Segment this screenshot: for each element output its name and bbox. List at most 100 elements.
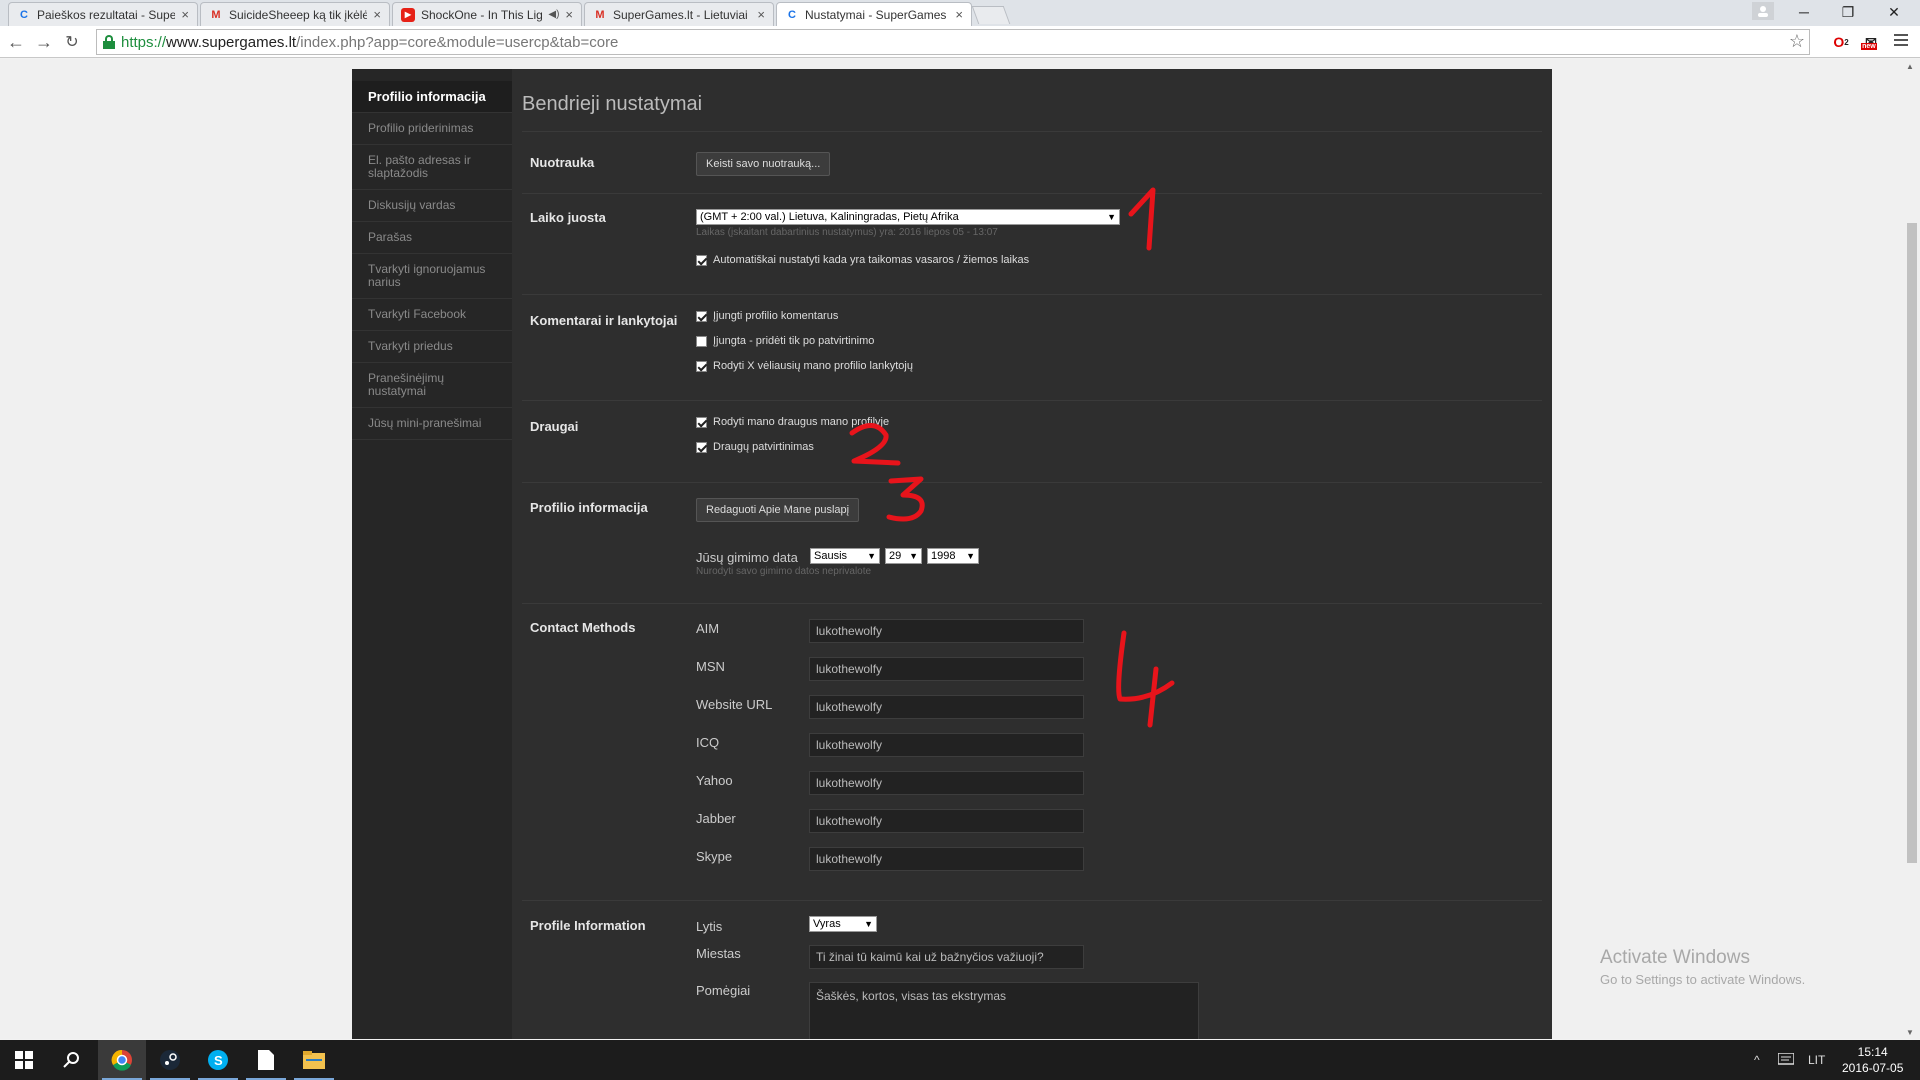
birth-day-select[interactable]: 29 ▼ (885, 548, 922, 564)
icq-input[interactable]: lukothewolfy (809, 733, 1084, 757)
tab-strip: C Paieškos rezultatai - Super × M Suicid… (0, 0, 1920, 26)
close-icon[interactable]: × (373, 7, 381, 22)
approve-comments-checkbox[interactable]: Įjungta - pridėti tik po patvirtinimo (696, 335, 874, 347)
scroll-up-arrow-icon[interactable]: ▲ (1906, 62, 1914, 71)
sidebar-item-notifications[interactable]: Pranešinėjimų nustatymai (352, 363, 512, 408)
friend-approval-checkbox[interactable]: Draugų patvirtinimas (696, 441, 814, 453)
browser-tab-4[interactable]: M SuperGames.lt - Lietuviai × (584, 2, 774, 26)
gender-select[interactable]: Vyras ▼ (809, 916, 877, 932)
show-hidden-icons-chevron-icon[interactable]: ^ (1754, 1040, 1760, 1080)
checkbox-checked[interactable] (696, 310, 707, 322)
new-tab-button[interactable] (971, 6, 1011, 24)
checkbox-label: Draugų patvirtinimas (713, 441, 814, 453)
steam-icon[interactable] (146, 1040, 194, 1080)
address-bar[interactable]: https:// www.supergames.lt /index.php?ap… (96, 29, 1810, 55)
opera-extension-icon[interactable]: O2 (1830, 31, 1852, 53)
browser-tab-active[interactable]: C Nustatymai - SuperGames × (776, 2, 972, 26)
input-language-indicator[interactable]: LIT (1808, 1040, 1825, 1080)
windows-start-icon[interactable] (0, 1040, 48, 1080)
close-icon[interactable]: × (181, 7, 189, 22)
timezone-select[interactable]: (GMT + 2:00 val.) Lietuva, Kaliningradas… (696, 209, 1120, 225)
youtube-icon: ▶ (401, 7, 415, 22)
friends-label: Draugai (530, 419, 579, 434)
reload-icon[interactable]: ↻ (60, 30, 84, 54)
msn-input[interactable]: lukothewolfy (809, 657, 1084, 681)
action-center-icon[interactable] (1778, 1040, 1794, 1080)
divider (522, 603, 1542, 604)
skype-input[interactable]: lukothewolfy (809, 847, 1084, 871)
yahoo-input[interactable]: lukothewolfy (809, 771, 1084, 795)
jabber-input[interactable]: lukothewolfy (809, 809, 1084, 833)
annotation-number-1: 1 (1128, 187, 1156, 251)
auto-dst-checkbox[interactable]: Automatiškai nustatyti kada yra taikomas… (696, 254, 1029, 266)
mail-checker-icon[interactable]: ✉ new (1860, 31, 1882, 53)
svg-text:3: 3 (883, 473, 884, 474)
browser-toolbar: ← → ↻ https:// www.supergames.lt /index.… (0, 26, 1920, 58)
c-logo-icon: C (20, 8, 28, 21)
chrome-icon[interactable] (98, 1040, 146, 1080)
minimize-button[interactable]: ─ (1782, 0, 1826, 24)
dropdown-arrow-icon: ▼ (1107, 212, 1116, 222)
birth-year-select[interactable]: 1998 ▼ (927, 548, 979, 564)
bookmark-star-icon[interactable]: ☆ (1789, 31, 1805, 52)
profile-info-label: Profilio informacija (530, 500, 648, 515)
checkbox-label: Rodyti X vėliausių mano profilio lankyto… (713, 360, 913, 372)
browser-tab-3[interactable]: ▶ ShockOne - In This Lig ◀) × (392, 2, 582, 26)
checkbox-checked[interactable] (696, 441, 707, 453)
annotation-number-4: 4 (1116, 630, 1175, 728)
sidebar-item-signature[interactable]: Parašas (352, 222, 512, 254)
close-icon[interactable]: × (565, 7, 573, 22)
taskbar-clock[interactable]: 15:14 2016-07-05 (1842, 1044, 1903, 1076)
icq-label: ICQ (696, 735, 720, 750)
checkbox-checked[interactable] (696, 254, 707, 266)
browser-tab-2[interactable]: M SuicideSheeep ką tik įkėlė × (200, 2, 390, 26)
sidebar-item-attachments[interactable]: Tvarkyti priedus (352, 331, 512, 363)
checkbox-unchecked[interactable] (696, 335, 707, 347)
user-profile-icon[interactable] (1752, 2, 1774, 20)
dropdown-arrow-icon: ▼ (864, 919, 873, 929)
skype-icon[interactable]: S (194, 1040, 242, 1080)
checkbox-checked[interactable] (696, 416, 707, 428)
tab-title: SuperGames.lt - Lietuviai (613, 7, 748, 22)
close-icon[interactable]: × (757, 7, 765, 22)
hamburger-menu-icon[interactable] (1894, 34, 1908, 48)
windows-taskbar: S ^ LIT 15:14 2016-07-05 (0, 1040, 1920, 1080)
scroll-down-arrow-icon[interactable]: ▼ (1906, 1028, 1914, 1037)
enable-comments-checkbox[interactable]: Įjungti profilio komentarus (696, 310, 838, 322)
document-icon[interactable] (242, 1040, 290, 1080)
city-label: Miestas (696, 946, 741, 961)
page-title: Bendrieji nustatymai (522, 93, 703, 115)
city-input[interactable]: Ti žinai tū kaimū kai už bažnyčios važiu… (809, 945, 1084, 969)
browser-tab-1[interactable]: C Paieškos rezultatai - Super × (8, 2, 198, 26)
sidebar-item-display-name[interactable]: Diskusijų vardas (352, 190, 512, 222)
search-icon[interactable] (48, 1040, 96, 1080)
forward-arrow-icon[interactable]: → (32, 30, 56, 54)
website-url-input[interactable]: lukothewolfy (809, 695, 1084, 719)
msn-label: MSN (696, 659, 725, 674)
divider (522, 900, 1542, 901)
birth-day-value: 29 (889, 550, 902, 562)
checkbox-checked[interactable] (696, 360, 707, 372)
birth-month-select[interactable]: Sausis ▼ (810, 548, 880, 564)
edit-about-me-button[interactable]: Redaguoti Apie Mane puslapį (696, 498, 860, 522)
change-photo-button[interactable]: Keisti savo nuotrauką... (696, 152, 831, 176)
scrollbar-thumb[interactable] (1907, 223, 1917, 863)
hobbies-textarea[interactable]: Šaškės, kortos, visas tas ekstrymas (809, 982, 1199, 1039)
show-visitors-checkbox[interactable]: Rodyti X vėliausių mano profilio lankyto… (696, 360, 913, 372)
sidebar-item-ignored-users[interactable]: Tvarkyti ignoruojamus narius (352, 254, 512, 299)
restore-button[interactable]: ❐ (1826, 0, 1870, 24)
extension-badge: 2 (1844, 37, 1849, 47)
window-close-button[interactable]: ✕ (1872, 0, 1916, 24)
aim-input[interactable]: lukothewolfy (809, 619, 1084, 643)
hobbies-label: Pomėgiai (696, 983, 751, 998)
back-arrow-icon[interactable]: ← (4, 30, 28, 54)
sidebar-item-messages[interactable]: Jūsų mini-pranešimai (352, 408, 512, 440)
file-explorer-icon[interactable] (290, 1040, 338, 1080)
sidebar-item-profile-customization[interactable]: Profilio priderinimas (352, 113, 512, 145)
tab-title: Nustatymai - SuperGames (805, 7, 947, 22)
sidebar-item-email-password[interactable]: El. pašto adresas ir slaptažodis (352, 145, 512, 190)
sidebar-item-profile-info[interactable]: Profilio informacija (352, 81, 512, 113)
sidebar-item-facebook[interactable]: Tvarkyti Facebook (352, 299, 512, 331)
close-icon[interactable]: × (955, 7, 963, 22)
audio-icon[interactable]: ◀) (548, 9, 559, 20)
